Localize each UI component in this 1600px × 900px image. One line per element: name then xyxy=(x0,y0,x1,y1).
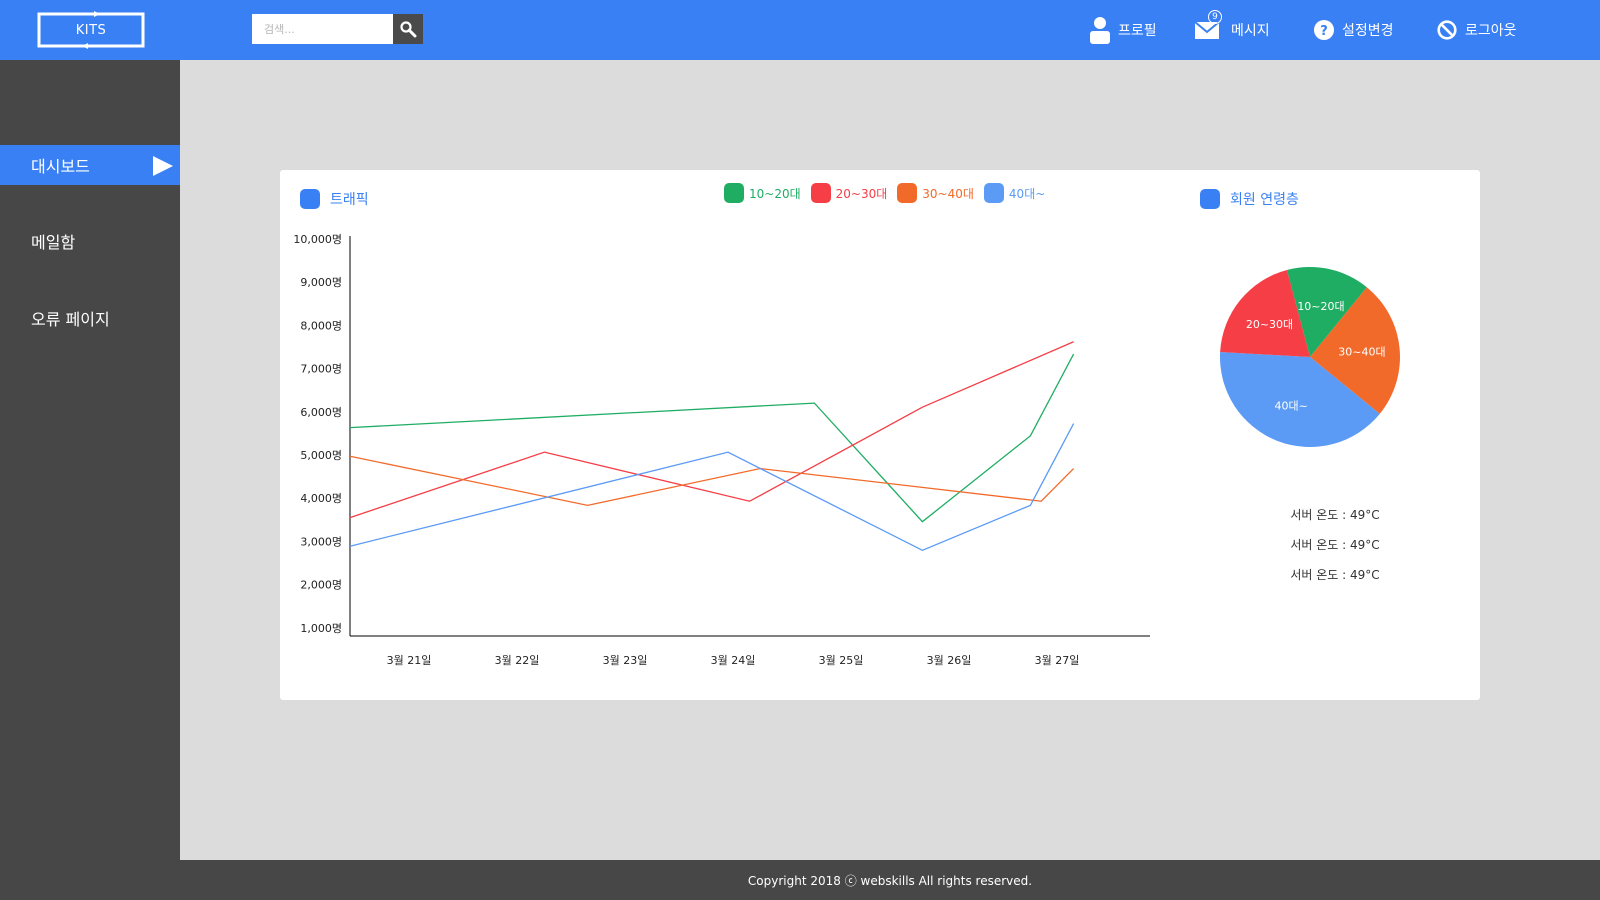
nav-settings-label: 설정변경 xyxy=(1342,23,1394,39)
nav-settings[interactable]: ? 설정변경 xyxy=(1314,14,1394,46)
series-line xyxy=(349,353,1075,523)
nav-profile-label: 프로필 xyxy=(1118,23,1157,39)
server-temp-3: 서버 온도 : 49°C xyxy=(1290,568,1380,582)
x-tick-label: 3월 26일 xyxy=(927,653,972,667)
y-tick-label: 4,000명 xyxy=(300,492,342,505)
nav-logout[interactable]: 로그아웃 xyxy=(1437,14,1517,46)
sidebar-item-label: 오류 페이지 xyxy=(31,310,110,329)
footer: Copyright 2018 ⓒ webskills All rights re… xyxy=(0,860,1600,900)
logo-text: KITS xyxy=(75,22,107,38)
server-temp-2: 서버 온도 : 49°C xyxy=(1290,538,1380,552)
y-tick-label: 10,000명 xyxy=(293,233,342,246)
nav-profile[interactable]: 프로필 xyxy=(1090,14,1157,46)
help-icon: ? xyxy=(1314,20,1334,40)
traffic-line-chart: 10,000명 9,000명 8,000명 7,000명 6,000명 5,000명 4,0… xyxy=(293,233,1400,667)
search-icon xyxy=(400,21,417,38)
svg-text:?: ? xyxy=(1320,24,1328,39)
series-line xyxy=(349,423,1075,552)
server-temp-1: 서버 온도 : 49°C xyxy=(1290,508,1380,522)
block-icon xyxy=(1437,20,1457,40)
sidebar-item-label: 대시보드 xyxy=(31,157,90,176)
x-tick-label: 3월 23일 xyxy=(603,653,648,667)
series-line xyxy=(349,341,1074,519)
x-tick-label: 3월 27일 xyxy=(1035,653,1080,667)
sidebar-item-label: 메일함 xyxy=(31,233,76,252)
y-tick-label: 7,000명 xyxy=(300,363,342,376)
user-icon xyxy=(1090,16,1110,44)
x-tick-label: 3월 22일 xyxy=(495,653,540,667)
server-temps: 서버 온도 : 49°C 서버 온도 : 49°C 서버 온도 : 49°C xyxy=(1210,500,1460,590)
search-input[interactable] xyxy=(252,14,393,44)
y-tick-label: 8,000명 xyxy=(300,319,342,332)
pie-slice-label: 20~30대 xyxy=(1246,318,1293,331)
mail-icon: 9 xyxy=(1195,10,1222,39)
y-tick-label: 2,000명 xyxy=(300,579,342,592)
x-tick-label: 3월 25일 xyxy=(819,653,864,667)
pie-slice-label: 30~40대 xyxy=(1338,346,1385,359)
sidebar-item-mailbox[interactable]: 메일함 xyxy=(0,221,180,261)
logo[interactable]: KITS xyxy=(36,11,146,49)
sidebar-item-dashboard[interactable]: 대시보드 xyxy=(0,145,180,185)
sidebar: 대시보드 메일함 오류 페이지 xyxy=(0,60,180,860)
sidebar-item-error-page[interactable]: 오류 페이지 xyxy=(0,298,180,338)
search-box xyxy=(252,14,423,44)
nav-messages[interactable]: 9 메시지 xyxy=(1195,10,1270,46)
footer-copyright: Copyright 2018 ⓒ webskills All rights re… xyxy=(747,873,1033,888)
y-tick-label: 3,000명 xyxy=(300,535,342,548)
active-arrow-icon xyxy=(153,156,173,176)
message-count-badge: 9 xyxy=(1208,10,1222,24)
top-header: KITS 프로필 9 메시지 xyxy=(0,0,1600,60)
nav-messages-label: 메시지 xyxy=(1231,23,1270,39)
y-tick-label: 6,000명 xyxy=(300,406,342,419)
dashboard-card: 트래픽 10~20대 20~30대 30~40대 40대~ 회원 연령층 10,… xyxy=(280,170,1480,700)
y-tick-label: 9,000명 xyxy=(300,276,342,289)
nav-logout-label: 로그아웃 xyxy=(1465,23,1517,39)
y-tick-label: 1,000명 xyxy=(300,622,342,635)
y-tick-label: 5,000명 xyxy=(300,449,342,462)
x-tick-label: 3월 21일 xyxy=(387,653,432,667)
search-button[interactable] xyxy=(393,14,423,44)
pie-slice-label: 10~20대 xyxy=(1297,300,1344,313)
x-tick-label: 3월 24일 xyxy=(711,653,756,667)
pie-slice-label: 40대~ xyxy=(1274,400,1307,413)
